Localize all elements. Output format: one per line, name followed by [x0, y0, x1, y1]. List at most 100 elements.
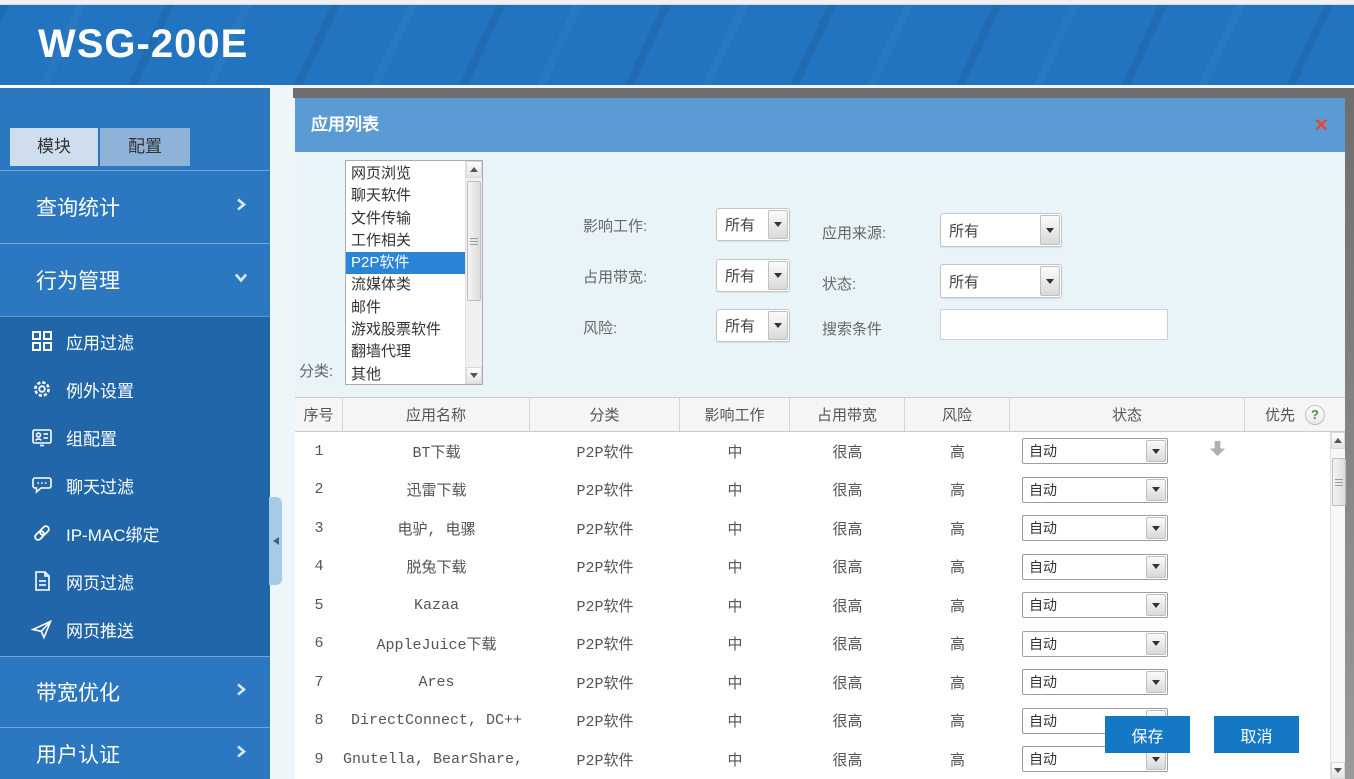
bandwidth-filter-select[interactable]: 所有 — [716, 259, 790, 292]
sidebar-group-query-stats[interactable]: 查询统计 — [0, 170, 270, 243]
sidebar-item-exception-settings[interactable]: 例外设置 — [0, 365, 270, 413]
app-name: Ares — [343, 674, 530, 691]
category-option[interactable]: 邮件 — [346, 297, 465, 319]
category-option[interactable]: 工作相关 — [346, 230, 465, 252]
scrollbar-thumb[interactable] — [467, 181, 481, 301]
app-name: 脱兔下载 — [343, 556, 530, 577]
sidebar-group-user-auth[interactable]: 用户认证 — [0, 727, 270, 779]
category-option[interactable]: 翻墙代理 — [346, 341, 465, 363]
app-category: P2P软件 — [530, 672, 680, 693]
category-option[interactable]: 其他 — [346, 364, 465, 385]
arrow-down-icon — [1334, 768, 1342, 777]
sidebar-item-ip-mac-binding[interactable]: IP-MAC绑定 — [0, 509, 270, 557]
category-option[interactable]: 聊天软件 — [346, 185, 465, 207]
source-filter-label: 应用来源: — [822, 222, 886, 243]
cancel-button[interactable]: 取消 — [1214, 716, 1299, 753]
app-bandwidth: 很高 — [790, 595, 905, 616]
status-cell: 自动 — [1010, 477, 1245, 503]
source-filter-select[interactable]: 所有 — [940, 213, 1062, 247]
app-bandwidth: 很高 — [790, 441, 905, 462]
arrow-up-icon — [1334, 434, 1342, 443]
group-label: 行为管理 — [36, 265, 120, 295]
source-filter-value: 所有 — [941, 214, 1039, 246]
category-option[interactable]: 游戏股票软件 — [346, 319, 465, 341]
status-select[interactable]: 自动 — [1022, 631, 1168, 657]
sidebar-item-app-filter[interactable]: 应用过滤 — [0, 317, 270, 365]
help-icon[interactable]: ? — [1305, 405, 1325, 425]
category-option[interactable]: 文件传输 — [346, 208, 465, 230]
status-select[interactable]: 自动 — [1022, 438, 1168, 464]
status-select[interactable]: 自动 — [1022, 554, 1168, 580]
combo-arrow-icon — [1146, 556, 1166, 578]
status-value: 自动 — [1023, 593, 1145, 617]
scroll-down-button[interactable] — [466, 367, 482, 384]
row-number: 6 — [295, 635, 343, 652]
listbox-scrollbar[interactable] — [465, 161, 482, 384]
sidebar-submenu: 应用过滤 例外设置 组配置 聊天过滤 IP-MAC绑定 网页过滤 — [0, 316, 270, 656]
save-button[interactable]: 保存 — [1105, 716, 1190, 753]
scrollbar-thumb[interactable] — [1332, 458, 1346, 506]
status-select[interactable]: 自动 — [1022, 477, 1168, 503]
risk-filter-select[interactable]: 所有 — [716, 309, 790, 342]
close-icon[interactable]: ✕ — [1314, 98, 1329, 152]
sidebar-item-web-filter[interactable]: 网页过滤 — [0, 557, 270, 605]
category-listbox[interactable]: 网页浏览 聊天软件 文件传输 工作相关 P2P软件 流媒体类 邮件 游戏股票软件… — [345, 160, 483, 385]
app-category: P2P软件 — [530, 749, 680, 770]
link-icon — [30, 521, 54, 545]
arrow-up-icon — [470, 163, 478, 172]
impact-filter-select[interactable]: 所有 — [716, 208, 790, 241]
bandwidth-filter-label: 占用带宽: — [583, 266, 647, 287]
chevron-down-icon — [234, 271, 248, 290]
chevron-right-icon — [234, 744, 248, 763]
app-impact: 中 — [680, 479, 790, 500]
row-number: 5 — [295, 597, 343, 614]
page: WSG-200E 模块 配置 查询统计 行为管理 应用过滤 例外设置 组配 — [0, 0, 1354, 779]
app-bandwidth: 很高 — [790, 710, 905, 731]
app-bandwidth: 很高 — [790, 479, 905, 500]
status-value: 自动 — [1023, 478, 1145, 502]
chevron-right-icon — [234, 683, 248, 702]
sidebar-item-chat-filter[interactable]: 聊天过滤 — [0, 461, 270, 509]
impact-filter-label: 影响工作: — [583, 215, 647, 236]
status-select[interactable]: 自动 — [1022, 515, 1168, 541]
arrow-down-icon — [470, 373, 478, 382]
category-option[interactable]: 网页浏览 — [346, 163, 465, 185]
app-name: Kazaa — [343, 597, 530, 614]
search-condition-input[interactable] — [940, 309, 1168, 340]
sidebar-item-group-config[interactable]: 组配置 — [0, 413, 270, 461]
status-cell: 自动 — [1010, 554, 1245, 580]
app-name: 电驴, 电骡 — [343, 518, 530, 539]
col-status: 状态 — [1010, 398, 1245, 431]
tab-config[interactable]: 配置 — [100, 128, 190, 166]
status-cell: 自动 — [1010, 592, 1245, 618]
chevron-left-icon — [269, 537, 279, 545]
scroll-down-button[interactable] — [1331, 762, 1345, 779]
sidebar-item-web-push[interactable]: 网页推送 — [0, 605, 270, 653]
id-card-icon — [30, 425, 54, 449]
app-category: P2P软件 — [530, 479, 680, 500]
webpage-icon — [30, 569, 54, 593]
category-option[interactable]: 流媒体类 — [346, 274, 465, 296]
sidebar-collapse-handle[interactable] — [269, 497, 282, 585]
scroll-up-button[interactable] — [1331, 432, 1345, 449]
scroll-up-button[interactable] — [466, 161, 482, 178]
sidebar-item-label: IP-MAC绑定 — [66, 521, 160, 546]
status-filter-select[interactable]: 所有 — [940, 264, 1062, 298]
combo-arrow-icon — [1146, 671, 1166, 693]
gear-icon — [30, 377, 54, 401]
sidebar-group-behavior-mgmt[interactable]: 行为管理 — [0, 243, 270, 316]
send-icon — [30, 617, 54, 641]
chat-icon — [30, 473, 54, 497]
table-scrollbar[interactable] — [1330, 432, 1345, 779]
chevron-right-icon — [234, 198, 248, 217]
category-option-selected[interactable]: P2P软件 — [346, 252, 465, 274]
app-category: P2P软件 — [530, 556, 680, 577]
status-select[interactable]: 自动 — [1022, 592, 1168, 618]
priority-down-arrow-icon[interactable] — [1208, 439, 1227, 463]
status-select[interactable]: 自动 — [1022, 669, 1168, 695]
app-impact: 中 — [680, 518, 790, 539]
combo-arrow-icon — [1040, 266, 1060, 296]
sidebar-item-label: 组配置 — [66, 425, 117, 450]
sidebar-group-bandwidth-opt[interactable]: 带宽优化 — [0, 656, 270, 727]
tab-modules[interactable]: 模块 — [10, 128, 98, 166]
